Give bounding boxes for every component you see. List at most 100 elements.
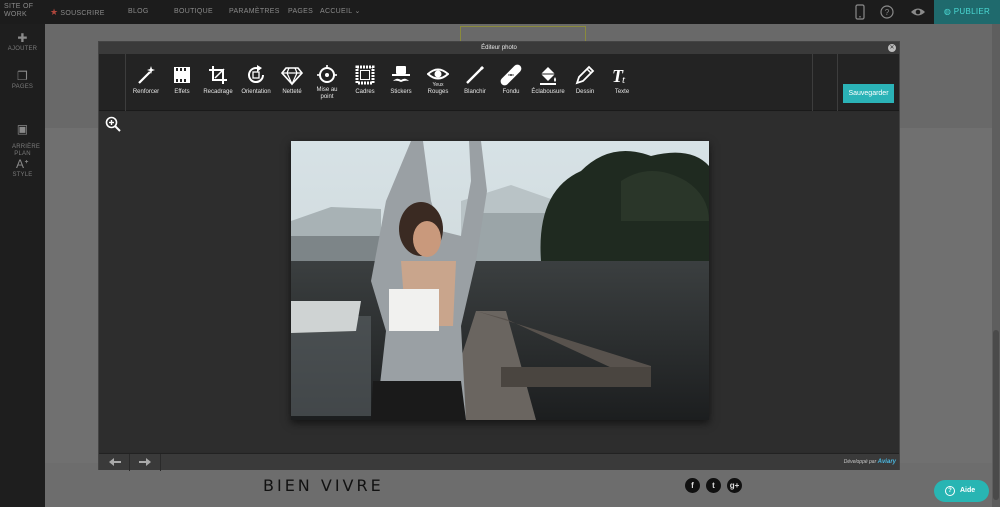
credit-prefix: Développé par — [843, 459, 877, 465]
mobile-icon[interactable] — [855, 4, 865, 20]
help-label: Aide — [960, 487, 976, 494]
photo-image — [291, 141, 709, 420]
undo-button[interactable] — [99, 454, 130, 471]
google-plus-icon[interactable]: g+ — [727, 478, 742, 493]
brand-word-2: VIVRE — [320, 476, 384, 495]
tool-label: Renforcer — [132, 89, 160, 95]
tool-orientation[interactable]: Orientation — [238, 64, 274, 104]
subscribe-link[interactable]: ★ SOUSCRIRE — [50, 0, 105, 24]
tool-effets[interactable]: Effets — [167, 64, 197, 104]
sidebar-item-label: PAGES — [11, 84, 34, 90]
help-icon[interactable]: ? — [880, 4, 894, 20]
pages-label: PAGES — [288, 8, 314, 15]
nav-item-parametres[interactable]: PARAMÈTRES — [229, 0, 280, 24]
tool-recadrage[interactable]: Recadrage — [201, 64, 235, 104]
plus-icon: ✚ — [17, 31, 28, 45]
page-selector[interactable]: ACCUEIL ⌄ — [320, 0, 361, 24]
tool-fondu[interactable]: Fondu — [497, 64, 525, 104]
save-button[interactable]: Sauvegarder — [843, 84, 894, 103]
publish-button[interactable]: ◍ PUBLIER — [934, 0, 1000, 24]
subscribe-label: SOUSCRIRE — [60, 10, 105, 17]
chevron-down-icon: ⌄ — [354, 8, 361, 15]
undo-icon — [109, 458, 121, 466]
selected-element-outline — [460, 26, 586, 42]
bandage-icon — [500, 64, 522, 86]
tool-label: Orientation — [241, 89, 271, 95]
tool-mise-au-point[interactable]: Mise au point — [312, 64, 342, 104]
film-icon — [174, 67, 190, 83]
dialog-footer: Développé par Aviary — [99, 453, 899, 471]
zoom-in-icon[interactable] — [105, 116, 121, 132]
magic-wand-icon — [138, 66, 155, 84]
toolbar-divider — [812, 54, 813, 111]
redo-icon — [139, 458, 151, 466]
sidebar-item-label: ARRIÈRE PLAN — [12, 144, 41, 157]
tool-nettete[interactable]: Netteté — [277, 64, 307, 104]
redo-button[interactable] — [130, 454, 161, 471]
preview-eye-icon[interactable] — [910, 4, 926, 20]
mustache-hat-icon — [392, 66, 410, 82]
powered-by-credit: Développé par Aviary — [844, 454, 896, 471]
tool-dessin[interactable]: Dessin — [571, 64, 599, 104]
aviary-logo[interactable]: Aviary — [878, 459, 896, 465]
frame-icon — [355, 65, 375, 85]
editor-toolbar: Renforcer Effets Recadrage Orientation N… — [99, 54, 899, 111]
tool-label: Cadres — [355, 89, 375, 95]
svg-text:t: t — [622, 74, 626, 86]
tool-yeux-rouges[interactable]: Yeux Rouges — [422, 64, 454, 104]
sidebar-item-pages[interactable]: ❐ PAGES — [0, 70, 45, 91]
focus-icon — [317, 65, 337, 83]
pages-icon: ❐ — [17, 69, 28, 83]
top-app-bar: SITE OF WORK ★ SOUSCRIRE BLOG BOUTIQUE PA… — [0, 0, 1000, 24]
nav-item-boutique[interactable]: BOUTIQUE — [174, 0, 213, 24]
tool-label: Éclabousure — [531, 89, 565, 95]
tool-stickers[interactable]: Stickers — [386, 64, 416, 104]
photo-editor-dialog: Éditeur photo ✕ Renforcer Effets Recadra… — [98, 41, 900, 471]
toolbar-divider — [837, 54, 838, 111]
page-scrollbar-thumb[interactable] — [993, 330, 999, 500]
tool-label: Texte — [614, 89, 630, 95]
current-page-label: ACCUEIL — [320, 8, 353, 15]
rotate-icon — [248, 65, 265, 84]
nav-item-blog[interactable]: BLOG — [128, 0, 149, 24]
tool-cadres[interactable]: Cadres — [351, 64, 379, 104]
pencil-line-icon — [466, 65, 485, 84]
publish-label: PUBLIER — [953, 7, 991, 16]
globe-icon: ◍ — [943, 7, 952, 16]
help-button[interactable]: ? Aide — [934, 480, 989, 502]
question-icon: ? — [945, 486, 955, 496]
site-logo[interactable]: SITE OF WORK — [4, 3, 40, 20]
tool-label: Dessin — [575, 89, 595, 95]
tool-label: Rouges — [427, 89, 449, 95]
tool-label: Netteté — [282, 89, 302, 95]
twitter-icon[interactable]: t — [706, 478, 721, 493]
diamond-icon — [281, 67, 303, 86]
sidebar-item-ajouter[interactable]: ✚ AJOUTER — [0, 32, 45, 53]
pencil-icon — [575, 65, 595, 85]
tool-label: Mise au point — [316, 87, 338, 100]
photo-preview[interactable] — [291, 141, 709, 420]
site-brand-title: BIEN VIVRE — [263, 476, 384, 495]
sidebar-item-label: STYLE — [12, 172, 33, 178]
tool-renforcer[interactable]: Renforcer — [129, 64, 163, 104]
tool-eclabousure[interactable]: Éclabousure — [527, 64, 569, 104]
toolbar-divider — [125, 54, 126, 111]
facebook-icon[interactable]: f — [685, 478, 700, 493]
dialog-title: Éditeur photo — [99, 42, 899, 54]
style-icon: Aᐩ — [15, 157, 30, 171]
sidebar-item-label: AJOUTER — [7, 46, 38, 52]
tool-texte[interactable]: Tt Texte — [607, 64, 637, 104]
paint-bucket-icon — [540, 67, 556, 85]
svg-text:?: ? — [885, 8, 890, 17]
crop-icon — [209, 66, 227, 84]
tool-blanchir[interactable]: Blanchir — [460, 64, 490, 104]
close-icon[interactable]: ✕ — [888, 44, 896, 52]
star-icon: ★ — [50, 7, 59, 17]
left-sidebar: ✚ AJOUTER ❐ PAGES ▣ ARRIÈRE PLAN Aᐩ STYL… — [0, 24, 45, 507]
tool-label: Recadrage — [203, 89, 233, 95]
image-icon: ▣ — [16, 122, 29, 136]
tool-label-top: Yeux — [432, 82, 444, 88]
tool-label: Effets — [174, 89, 190, 95]
brand-word-1: BIEN — [263, 476, 313, 495]
sidebar-item-style[interactable]: Aᐩ STYLE — [0, 158, 45, 179]
